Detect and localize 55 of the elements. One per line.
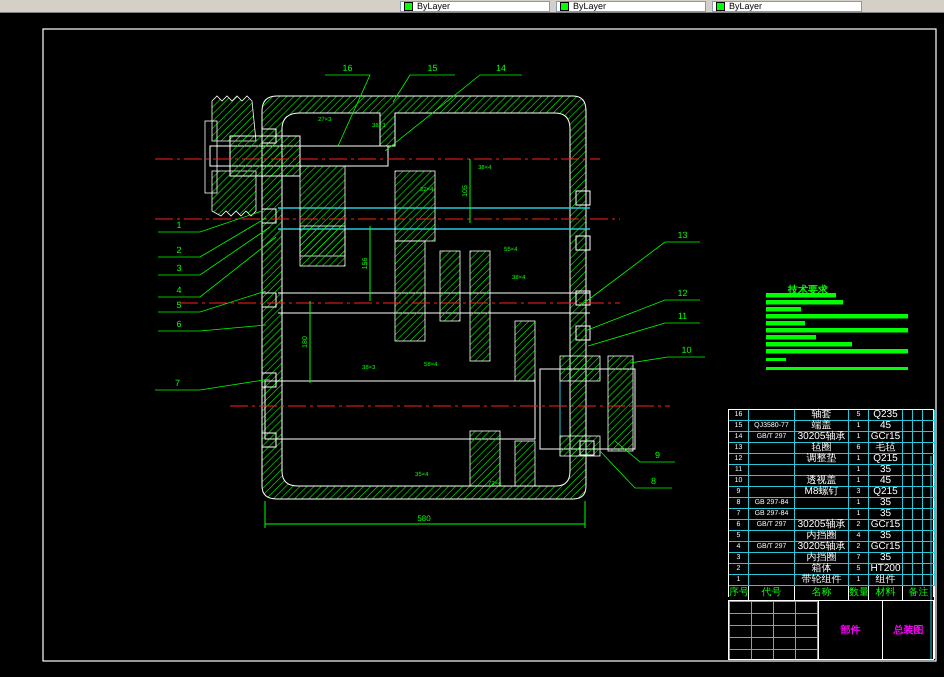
table-cell: 35 (869, 531, 903, 542)
table-cell: 透视盖 (795, 476, 849, 487)
part-number-label: 13 (678, 230, 688, 240)
table-cell: Q215 (869, 487, 903, 498)
table-cell: 带轮组件 (795, 575, 849, 586)
table-cell: 端盖 (795, 421, 849, 432)
table-cell: 内挡圈 (795, 531, 849, 542)
part-number-label: 14 (496, 63, 506, 73)
part-number-label: 12 (678, 288, 688, 298)
part-number-label: 8 (651, 476, 656, 486)
part-number-label: 16 (342, 63, 352, 73)
table-cell: 35 (869, 553, 903, 564)
table-cell: 45 (869, 421, 903, 432)
linetype-dropdown[interactable]: ByLayer (400, 0, 550, 12)
dimension-label: 580 (417, 514, 431, 523)
table-cell: 毛毡 (869, 443, 903, 454)
table-cell: 45 (869, 476, 903, 487)
table-cell: 30205轴承 (795, 520, 849, 531)
part-number-label: 6 (176, 319, 182, 329)
part-number-label: 4 (176, 285, 182, 295)
part-title: 部件 (819, 601, 883, 659)
part-number-label: 5 (176, 300, 182, 310)
table-cell: 30205轴承 (795, 432, 849, 443)
part-number-label: 15 (428, 63, 438, 73)
table-header: 名称 (795, 586, 849, 601)
part-number-label: 1 (176, 220, 182, 230)
table-cell: HT200 (869, 564, 903, 575)
table-cell: GCr15 (869, 542, 903, 553)
part-number-label: 11 (678, 311, 688, 321)
part-number-label: 10 (682, 345, 692, 355)
drawing-title: 总装图 (883, 601, 935, 659)
table-cell: 35 (869, 498, 903, 509)
table-header: 备注 (903, 586, 935, 601)
part-number-label: 3 (176, 263, 182, 273)
linetype-dropdown[interactable]: ByLayer (712, 0, 862, 12)
part-number-label: 9 (655, 450, 660, 460)
table-cell: 35 (869, 465, 903, 476)
table-cell: 35 (869, 509, 903, 520)
table-cell: 调整垫 (795, 454, 849, 465)
table-cell: Q215 (869, 454, 903, 465)
table-cell: 轴套 (795, 410, 849, 421)
table-cell: 内挡圈 (795, 553, 849, 564)
linetype-dropdown[interactable]: ByLayer (556, 0, 706, 12)
table-cell: GCr15 (869, 432, 903, 443)
table-header: 代号 (749, 586, 795, 601)
part-number-label: 7 (175, 378, 180, 388)
part-number-label: 2 (176, 245, 182, 255)
table-cell: 箱体 (795, 564, 849, 575)
table-cell: GCr15 (869, 520, 903, 531)
table-cell: 30205轴承 (795, 542, 849, 553)
table-cell: 毡圈 (795, 443, 849, 454)
table-cell: Q235 (869, 410, 903, 421)
table-cell: M8螺钉 (795, 487, 849, 498)
table-cell: 组件 (869, 575, 903, 586)
table-header: 材料 (869, 586, 903, 601)
